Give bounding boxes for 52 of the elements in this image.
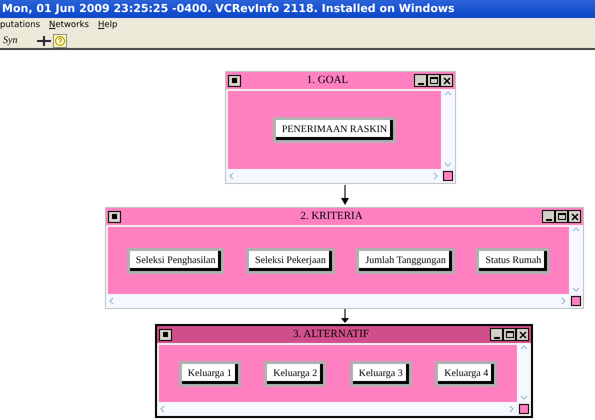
scroll-right-icon[interactable] <box>433 172 438 180</box>
maximize-icon[interactable] <box>555 210 568 223</box>
maximize-icon[interactable] <box>427 74 440 87</box>
horizontal-scrollbar[interactable] <box>106 294 569 308</box>
scroll-down-icon[interactable] <box>444 162 452 167</box>
minimize-icon[interactable] <box>542 210 555 223</box>
close-icon[interactable] <box>516 328 529 341</box>
close-icon[interactable] <box>440 74 453 87</box>
vertical-scrollbar[interactable] <box>569 225 583 294</box>
close-icon[interactable] <box>568 210 581 223</box>
scroll-up-icon[interactable] <box>520 345 528 350</box>
size-grip-icon[interactable] <box>443 171 453 181</box>
minimize-icon[interactable] <box>490 328 503 341</box>
scroll-left-icon[interactable] <box>229 172 234 180</box>
size-grip-icon[interactable] <box>571 296 581 306</box>
window-title: 2. KRITERIA <box>299 211 364 222</box>
vertical-scrollbar[interactable] <box>517 343 531 402</box>
scroll-down-icon[interactable] <box>572 287 580 292</box>
toolbar-label: Syn <box>3 36 18 46</box>
scroll-left-icon[interactable] <box>160 405 165 413</box>
menu-item[interactable]: Networks <box>49 21 89 30</box>
maximize-icon[interactable] <box>503 328 516 341</box>
node-button[interactable]: Keluarga 1 <box>178 360 241 386</box>
node-button[interactable]: Keluarga 2 <box>264 360 326 386</box>
scroll-down-icon[interactable] <box>520 395 528 400</box>
scroll-up-icon[interactable] <box>444 91 452 96</box>
connector-arrow <box>340 185 350 205</box>
scroll-up-icon[interactable] <box>572 227 580 232</box>
window-title: Mon, 01 Jun 2009 23:25:25 -0400. VCRevInfo 2118. Installed on Windows <box>2 0 455 17</box>
menu-item[interactable]: putations <box>0 21 40 30</box>
crosshair-icon[interactable] <box>37 34 52 46</box>
menu-item[interactable]: Help <box>98 21 118 30</box>
scroll-left-icon[interactable] <box>109 297 114 305</box>
node-button[interactable]: Keluarga 3 <box>350 360 412 386</box>
node-button[interactable]: Seleksi Pekerjaan <box>246 248 335 274</box>
minimize-icon[interactable] <box>414 74 427 87</box>
window-menu-icon[interactable] <box>108 210 121 222</box>
scroll-right-icon[interactable] <box>509 405 514 413</box>
node-button[interactable]: PENERIMAAN RASKIN <box>272 117 396 143</box>
window-menu-icon[interactable] <box>228 74 241 86</box>
window-title: 3. ALTERNATIF <box>292 329 370 340</box>
scroll-right-icon[interactable] <box>561 297 566 305</box>
horizontal-scrollbar[interactable] <box>157 402 517 416</box>
node-button[interactable]: Keluarga 4 <box>435 360 498 386</box>
node-button[interactable]: Jumlah Tanggungan <box>356 248 455 274</box>
horizontal-scrollbar[interactable] <box>226 169 441 183</box>
vertical-scrollbar[interactable] <box>441 89 455 169</box>
node-button[interactable]: Seleksi Penghasilan <box>126 248 224 274</box>
node-button[interactable]: Status Rumah <box>476 248 550 274</box>
size-grip-icon[interactable] <box>519 404 529 414</box>
window-title: 1. GOAL <box>306 75 350 86</box>
window-menu-icon[interactable] <box>159 328 172 340</box>
